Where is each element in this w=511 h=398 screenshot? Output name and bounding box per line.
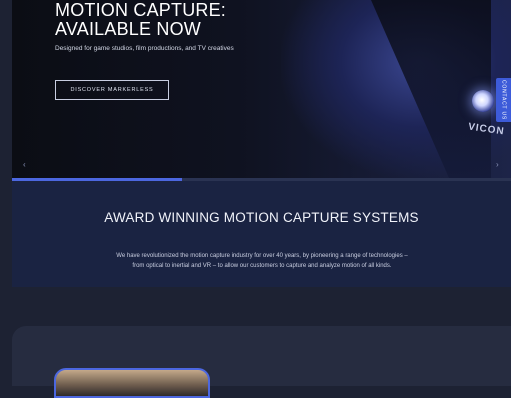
discover-markerless-button[interactable]: DISCOVER MARKERLESS (55, 80, 169, 100)
hero-title-line-1: MOTION CAPTURE: (55, 0, 227, 20)
hero-title-line-2: AVAILABLE NOW (55, 19, 201, 39)
hero-title: MOTION CAPTURE: AVAILABLE NOW (55, 1, 226, 39)
camera-lens-light (472, 90, 494, 112)
feature-card-image[interactable] (54, 368, 210, 398)
award-title: AWARD WINNING MOTION CAPTURE SYSTEMS (104, 210, 419, 225)
award-description: We have revolutionized the motion captur… (116, 253, 408, 269)
feature-card (12, 326, 511, 398)
slider-next-arrow-icon[interactable]: › (496, 160, 499, 169)
contact-side-tab[interactable]: CONTACT US (496, 78, 511, 122)
award-section: AWARD WINNING MOTION CAPTURE SYSTEMS We … (12, 181, 511, 287)
slider-prev-arrow-icon[interactable]: ‹ (23, 160, 26, 169)
hero-subtitle: Designed for game studios, film producti… (55, 45, 234, 52)
side-tab-label: CONTACT US (500, 79, 507, 121)
